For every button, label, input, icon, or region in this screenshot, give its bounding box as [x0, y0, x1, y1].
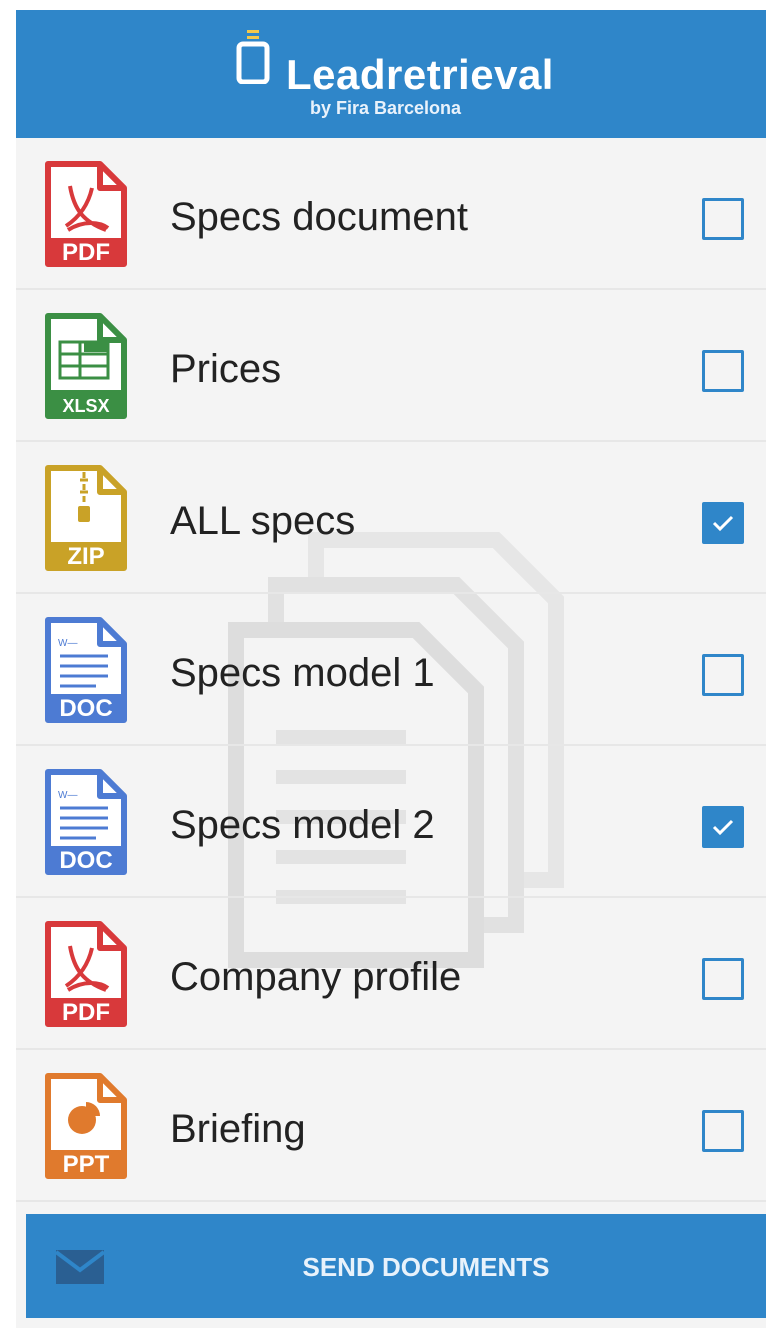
send-documents-button[interactable]: SEND DOCUMENTS	[26, 1214, 766, 1318]
app-logo: Leadretrieval by Fira Barcelona	[236, 28, 576, 128]
doc-file-icon: W— DOC	[44, 768, 128, 876]
pdf-file-icon: PDF	[44, 920, 128, 1028]
zip-file-icon: ZIP	[44, 464, 128, 572]
document-row[interactable]: PPT Briefing	[16, 1050, 766, 1202]
svg-text:PDF: PDF	[62, 999, 110, 1026]
document-label: Prices	[170, 347, 282, 391]
document-row[interactable]: PDF Company profile	[16, 898, 766, 1050]
document-label: Specs document	[170, 195, 468, 239]
document-row[interactable]: W— DOC Specs model 2	[16, 746, 766, 898]
document-checkbox[interactable]	[702, 654, 744, 696]
document-checkbox[interactable]	[702, 806, 744, 848]
document-label: Specs model 1	[170, 651, 435, 695]
document-row[interactable]: W— DOC Specs model 1	[16, 594, 766, 746]
checkmark-icon	[712, 819, 734, 836]
document-checkbox[interactable]	[702, 1110, 744, 1152]
svg-text:PPT: PPT	[63, 1151, 110, 1178]
document-row[interactable]: XLSX Prices	[16, 290, 766, 442]
svg-text:DOC: DOC	[59, 695, 112, 722]
document-checkbox[interactable]	[702, 958, 744, 1000]
app-subtitle: by Fira Barcelona	[310, 98, 462, 118]
document-checkbox[interactable]	[702, 502, 744, 544]
svg-text:ZIP: ZIP	[67, 543, 104, 570]
doc-file-icon: W— DOC	[44, 616, 128, 724]
svg-text:W—: W—	[58, 638, 77, 649]
checkmark-icon	[712, 515, 734, 532]
app-header: Leadretrieval by Fira Barcelona	[16, 10, 766, 138]
document-label: Briefing	[170, 1107, 306, 1151]
xlsx-file-icon: XLSX	[44, 312, 128, 420]
document-checkbox[interactable]	[702, 198, 744, 240]
document-list: PDF Specs document XLSX Prices ZIP ALL specs W…	[16, 138, 766, 1202]
svg-text:W—: W—	[58, 790, 77, 801]
svg-text:PDF: PDF	[62, 239, 110, 266]
send-documents-label: SEND DOCUMENTS	[302, 1252, 550, 1282]
svg-text:DOC: DOC	[59, 847, 112, 874]
document-label: Specs model 2	[170, 803, 435, 847]
document-label: Company profile	[170, 955, 462, 999]
app-title: Leadretrieval	[286, 51, 554, 98]
document-row[interactable]: ZIP ALL specs	[16, 442, 766, 594]
svg-text:XLSX: XLSX	[62, 396, 109, 416]
phone-icon	[236, 30, 270, 84]
document-checkbox[interactable]	[702, 350, 744, 392]
document-row[interactable]: PDF Specs document	[16, 138, 766, 290]
ppt-file-icon: PPT	[44, 1072, 128, 1180]
pdf-file-icon: PDF	[44, 160, 128, 268]
document-label: ALL specs	[170, 499, 356, 543]
app-screen: Leadretrieval by Fira Barcelona PDF Specs…	[16, 10, 766, 1328]
